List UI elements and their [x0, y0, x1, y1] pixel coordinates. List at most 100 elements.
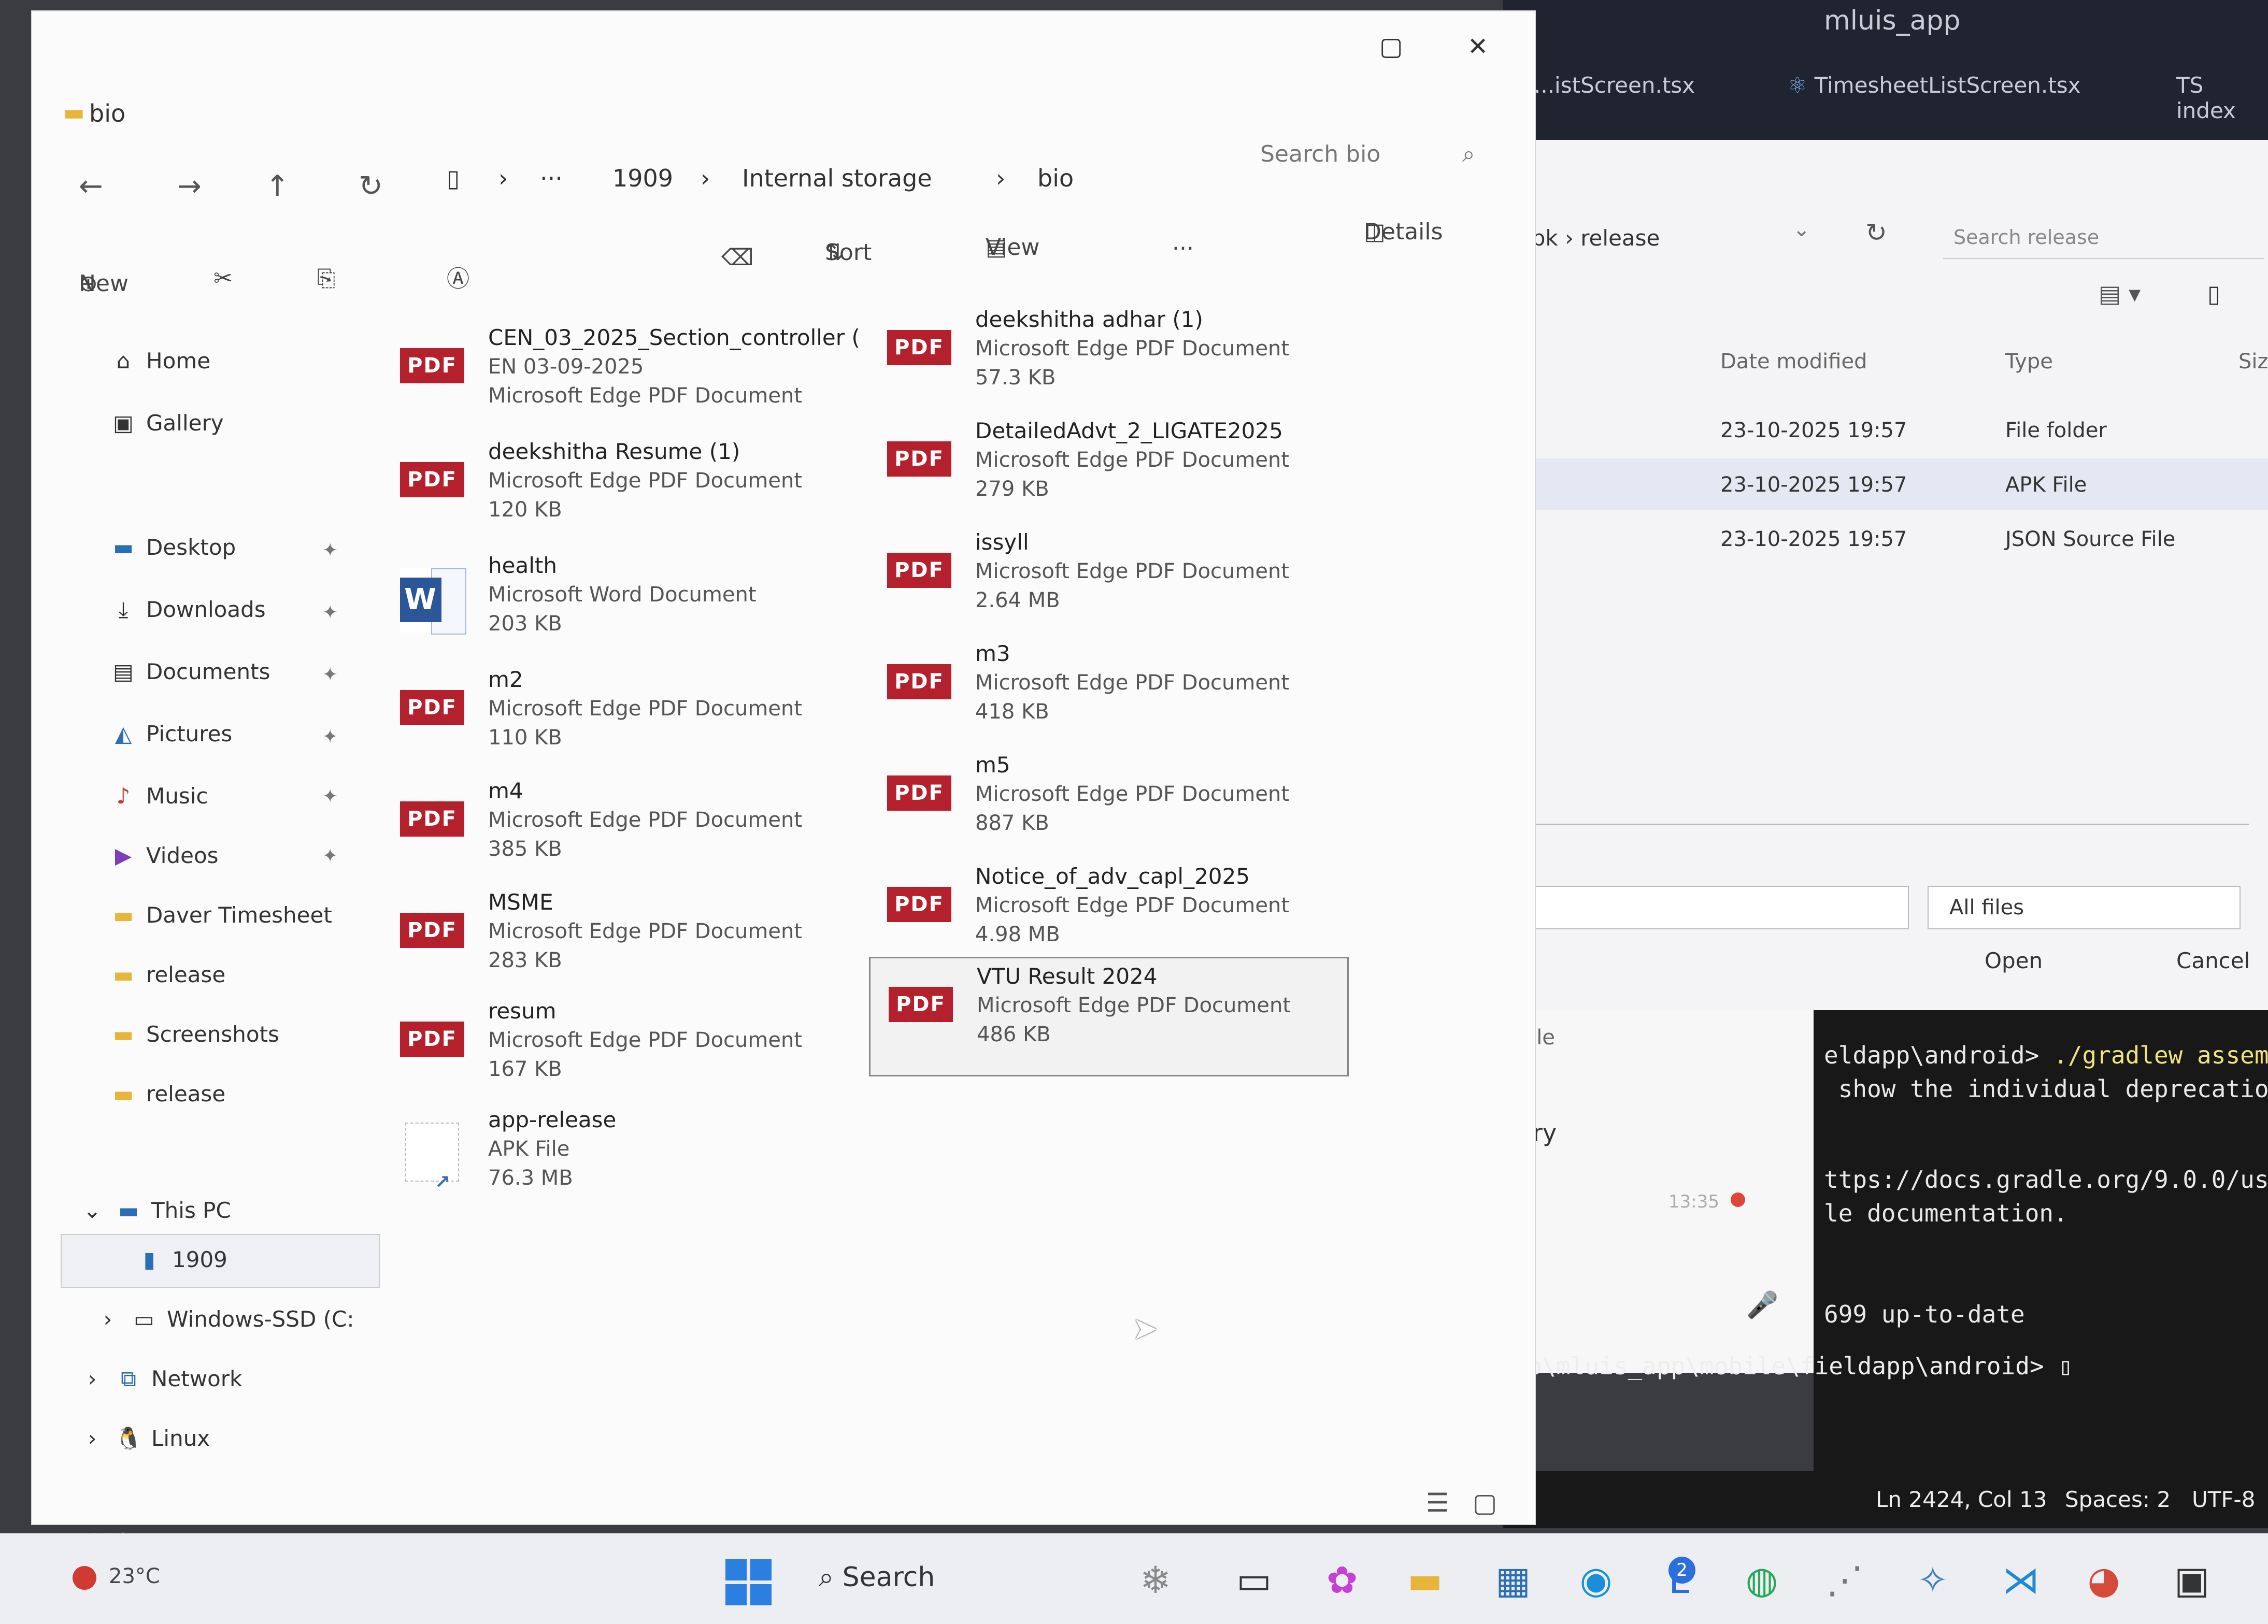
sidebar-item-music[interactable]: ♪ Music [110, 783, 208, 809]
chevron-right-icon: › [88, 1366, 97, 1391]
view-options-icon[interactable]: ▤ ▾ [2099, 280, 2141, 308]
refresh-icon[interactable]: ↻ [359, 169, 383, 203]
sidebar-item-desktop[interactable]: ▬ Desktop [110, 535, 236, 560]
file-item-selected[interactable]: PDF VTU Result 2024 Microsoft Edge PDF Doc… [869, 957, 1349, 1076]
file-item[interactable]: ↗ app-release APK File 76.3 MB [400, 1102, 846, 1216]
vscode-icon[interactable]: ⋊ [1995, 1554, 2047, 1606]
cancel-button[interactable]: Cancel [2176, 938, 2250, 984]
cut-icon[interactable]: ✂ [213, 265, 233, 292]
file-item[interactable]: PDF deekshitha Resume (1) Microsoft Edge P… [400, 434, 846, 548]
address-bar[interactable]: ▯ › ··· 1909 › Internal storage › bio [447, 151, 1224, 208]
col-date-header[interactable]: Date modified [1720, 350, 1867, 373]
up-icon[interactable]: ↑ [265, 169, 290, 203]
editor-tab-3[interactable]: TS index [2176, 73, 2268, 123]
delete-icon[interactable]: ⌫ [721, 245, 753, 271]
terminal[interactable]: eldapp\android> ./gradlew assemb show th… [1814, 1010, 2268, 1528]
breadcrumb-pc[interactable]: 1909 [612, 164, 673, 192]
cursor-position[interactable]: Ln 2424, Col 13 [1876, 1487, 2047, 1512]
back-icon[interactable]: ← [79, 169, 103, 203]
table-row[interactable]: 23-10-2025 19:57 File folder [1503, 404, 2268, 456]
save-dialog-search[interactable]: Search release [1943, 217, 2264, 259]
app-icon[interactable]: ⋰ [1819, 1554, 1871, 1606]
breadcrumb-folder[interactable]: bio [1037, 164, 1074, 192]
weather-temp[interactable]: 23°C [109, 1564, 160, 1588]
start-button[interactable] [725, 1559, 772, 1606]
more-path-icon[interactable]: ··· [540, 164, 563, 192]
pin-icon[interactable]: ✦ [322, 786, 338, 807]
pin-icon[interactable]: ✦ [322, 664, 338, 685]
sidebar-item-downloads[interactable]: ⤓ Downloads [110, 597, 266, 623]
copy-icon[interactable]: ⎘ [317, 265, 335, 292]
preview-pane-icon[interactable]: ▯ [2207, 280, 2220, 308]
editor-tab-2-label: TimesheetListScreen.tsx [1814, 73, 2081, 98]
whatsapp-icon[interactable]: ◍ [1736, 1554, 1788, 1606]
file-item[interactable]: PDF Notice_of_adv_capl_2025 Microsoft Edge… [887, 858, 1333, 972]
breadcrumb-storage[interactable]: Internal storage [742, 164, 932, 192]
terminal-icon[interactable]: ▣ [2166, 1554, 2218, 1606]
sidebar-item-gallery[interactable]: ▣ Gallery [110, 410, 223, 436]
pin-icon[interactable]: ✦ [322, 726, 338, 748]
file-type-select[interactable]: All files [1928, 886, 2241, 929]
search-input[interactable]: Search bio ⌕ [1239, 131, 1499, 188]
close-icon[interactable]: ✕ [1467, 32, 1488, 61]
taskbar-search[interactable]: ⌕ Search [819, 1562, 935, 1593]
maximize-icon[interactable]: ▢ [1379, 32, 1403, 61]
sidebar-item-linux[interactable]: › 🐧 Linux [79, 1426, 210, 1451]
file-explorer-icon[interactable]: ▬ [1399, 1554, 1451, 1606]
encoding[interactable]: UTF-8 [2192, 1487, 2255, 1512]
sidebar-item-folder[interactable]: ▬ Daver Timesheet [110, 902, 332, 928]
sidebar-item-home[interactable]: ⌂ Home [110, 348, 210, 373]
sidebar-item-folder[interactable]: ▬ release [110, 962, 225, 987]
edge-icon[interactable]: ◉ [1570, 1554, 1622, 1606]
file-item[interactable]: PDF deekshitha adhar (1) Microsoft Edge PD… [887, 301, 1333, 415]
editor-tab-1[interactable]: ...istScreen.tsx [1534, 73, 1695, 98]
store-icon[interactable]: ▦ [1487, 1554, 1539, 1606]
file-item[interactable]: PDF CEN_03_2025_Section_controller (EN 03… [400, 320, 860, 434]
chrome-icon[interactable]: ◕ [2078, 1554, 2130, 1606]
tiles-view-icon[interactable]: ▢ [1473, 1488, 1497, 1518]
file-item[interactable]: PDF m2 Microsoft Edge PDF Document 110 KB [400, 662, 846, 775]
rename-icon[interactable]: Ⓐ [447, 260, 469, 293]
file-item[interactable]: PDF MSME Microsoft Edge PDF Document 283 KB [400, 884, 846, 998]
save-dialog-breadcrumb[interactable]: apk › release [1518, 225, 1660, 251]
more-options-icon[interactable]: ... [1172, 229, 1194, 255]
postgres-icon[interactable]: ✧ [1907, 1554, 1959, 1606]
sidebar-item-folder[interactable]: ▬ Screenshots [110, 1022, 279, 1047]
sidebar-item-folder[interactable]: ▬ release [110, 1081, 225, 1106]
table-row[interactable]: 23-10-2025 19:57 APK File [1503, 458, 2268, 510]
widgets-icon[interactable]: ❄ [1130, 1554, 1181, 1606]
table-row[interactable]: 23-10-2025 19:57 JSON Source File [1503, 513, 2268, 565]
col-type-header[interactable]: Type [2005, 350, 2053, 373]
forward-icon[interactable]: → [177, 169, 202, 203]
indent-setting[interactable]: Spaces: 2 [2065, 1487, 2171, 1512]
refresh-icon[interactable]: ↻ [1865, 218, 1887, 248]
sidebar-item-thispc[interactable]: ⌄ ▬ This PC [79, 1198, 231, 1223]
pin-icon[interactable]: ✦ [322, 540, 338, 561]
file-name-field[interactable] [1503, 886, 1909, 929]
divider [1503, 824, 2249, 825]
sidebar-item-network[interactable]: › ⧉ Network [79, 1366, 243, 1392]
sidebar-item-drive[interactable]: › ▭ Windows-SSD (C: [94, 1306, 354, 1332]
file-item[interactable]: PDF m4 Microsoft Edge PDF Document 385 KB [400, 773, 846, 887]
sidebar-item-documents[interactable]: ▤ Documents [110, 659, 270, 684]
sidebar-item-device[interactable]: ▮ 1909 [136, 1247, 227, 1272]
col-size-header[interactable]: Siz [2238, 350, 2268, 373]
file-item[interactable]: Whealth Microsoft Word Document 203 KB [400, 548, 846, 662]
copilot-icon[interactable]: ✿ [1316, 1554, 1368, 1606]
file-item[interactable]: PDF DetailedAdvt_2_LIGATE2025 Microsoft Ed… [887, 413, 1333, 527]
sidebar-item-pictures[interactable]: ◭ Pictures [110, 721, 232, 746]
editor-tab-2[interactable]: ⚛ TimesheetListScreen.tsx [1788, 73, 2080, 98]
file-detail: 120 KB [488, 498, 562, 522]
chevron-down-icon[interactable]: ⌄ [1793, 218, 1810, 241]
pin-icon[interactable]: ✦ [322, 602, 338, 623]
sidebar-item-videos[interactable]: ▶ Videos [110, 843, 219, 868]
details-view-icon[interactable]: ☰ [1426, 1488, 1449, 1518]
file-item[interactable]: PDF resum Microsoft Edge PDF Document 167 K… [400, 993, 846, 1107]
open-button[interactable]: Open [1985, 938, 2043, 984]
file-item[interactable]: PDF m5 Microsoft Edge PDF Document 887 KB [887, 747, 1333, 861]
file-item[interactable]: PDF m3 Microsoft Edge PDF Document 418 KB [887, 636, 1333, 750]
pin-icon[interactable]: ✦ [322, 845, 338, 867]
file-item[interactable]: PDF issyll Microsoft Edge PDF Document 2.64… [887, 524, 1333, 638]
task-view-icon[interactable]: ▭ [1228, 1554, 1280, 1606]
microphone-icon[interactable]: 🎤 [1746, 1290, 1778, 1320]
